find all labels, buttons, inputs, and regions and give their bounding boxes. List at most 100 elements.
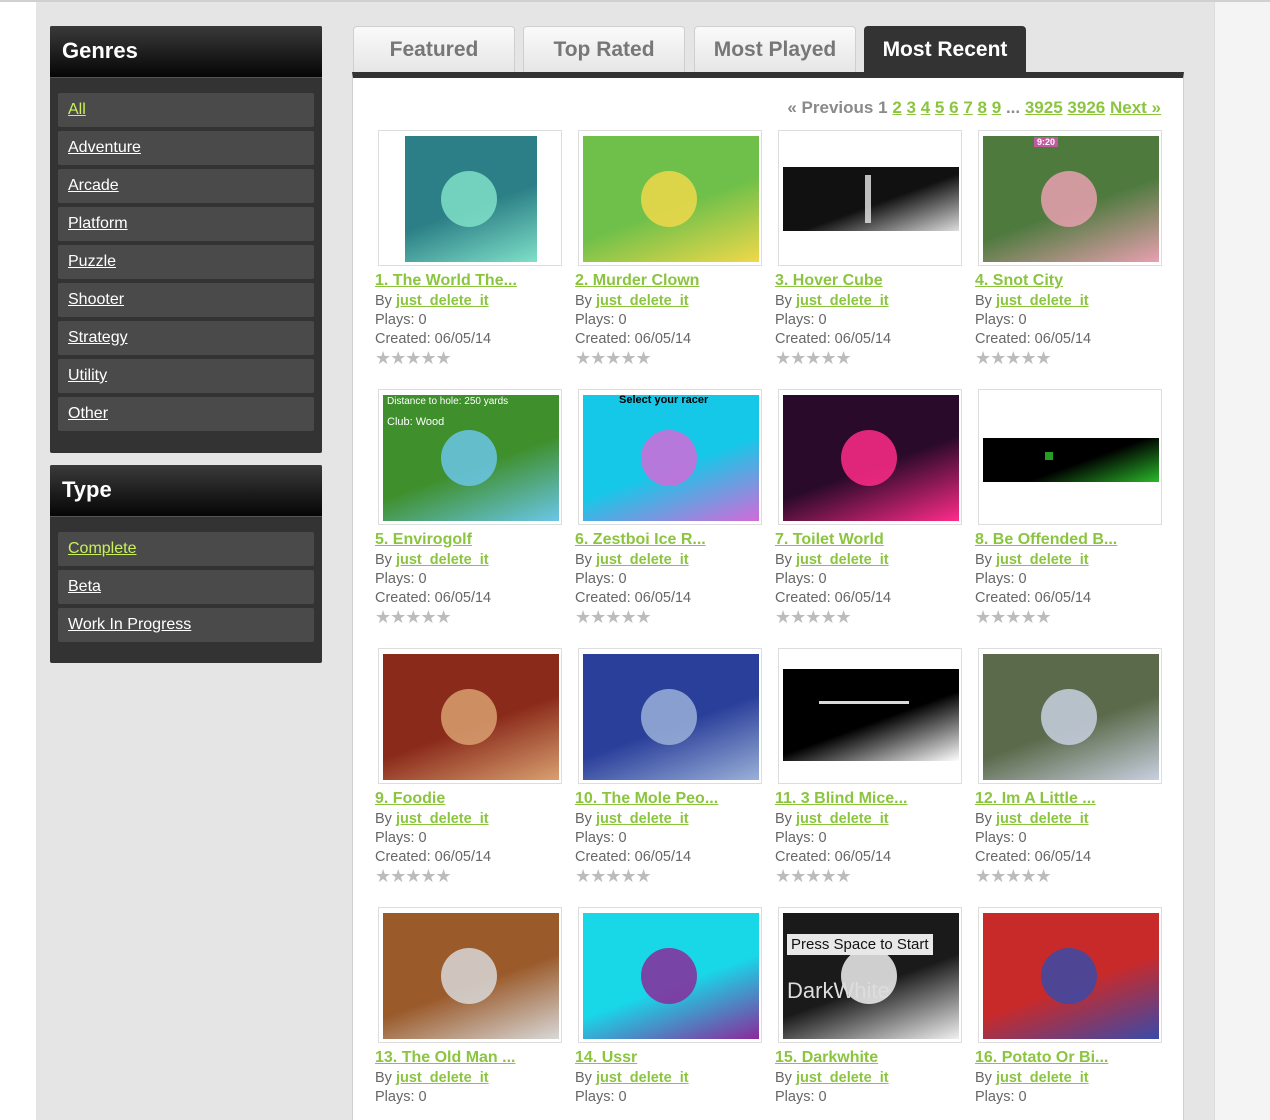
rating-stars[interactable]: ★★★★★	[775, 348, 965, 369]
author-link[interactable]: just_delete_it	[596, 293, 689, 309]
author-link[interactable]: just_delete_it	[996, 1070, 1089, 1086]
author-link[interactable]: just_delete_it	[396, 1070, 489, 1086]
game-thumbnail[interactable]	[778, 648, 962, 784]
next-page-link[interactable]: Next »	[1110, 98, 1161, 117]
author-link[interactable]: just_delete_it	[796, 811, 889, 827]
page-link[interactable]: 6	[949, 98, 958, 117]
game-title-link[interactable]: 12. Im A Little ...	[975, 790, 1165, 808]
genre-link[interactable]: All	[68, 101, 86, 118]
rating-stars[interactable]: ★★★★★	[575, 348, 765, 369]
rating-stars[interactable]: ★★★★★	[575, 607, 765, 628]
game-title-link[interactable]: 10. The Mole Peo...	[575, 790, 765, 808]
game-thumbnail[interactable]: Press Space to Start DarkWhite	[778, 907, 962, 1043]
game-thumbnail[interactable]	[378, 907, 562, 1043]
game-thumbnail[interactable]	[378, 130, 562, 266]
type-link[interactable]: Complete	[68, 540, 136, 557]
page-link[interactable]: 3	[907, 98, 916, 117]
game-thumbnail[interactable]	[378, 648, 562, 784]
rating-stars[interactable]: ★★★★★	[375, 607, 565, 628]
genre-item[interactable]: Puzzle	[58, 245, 314, 279]
game-thumbnail[interactable]	[778, 389, 962, 525]
author-link[interactable]: just_delete_it	[396, 293, 489, 309]
tab-most-recent[interactable]: Most Recent	[864, 26, 1026, 72]
author-link[interactable]: just_delete_it	[596, 1070, 689, 1086]
tab-top-rated[interactable]: Top Rated	[523, 26, 685, 72]
rating-stars[interactable]: ★★★★★	[575, 866, 765, 887]
rating-stars[interactable]: ★★★★★	[775, 866, 965, 887]
game-thumbnail[interactable]	[578, 648, 762, 784]
page-link[interactable]: 7	[963, 98, 972, 117]
genre-link[interactable]: Arcade	[68, 177, 119, 194]
game-title-link[interactable]: 13. The Old Man ...	[375, 1049, 565, 1067]
author-link[interactable]: just_delete_it	[796, 293, 889, 309]
genre-link[interactable]: Shooter	[68, 291, 124, 308]
author-link[interactable]: just_delete_it	[996, 811, 1089, 827]
genre-item[interactable]: Utility	[58, 359, 314, 393]
page-link[interactable]: 3926	[1067, 98, 1105, 117]
genre-link[interactable]: Utility	[68, 367, 107, 384]
genre-item[interactable]: Other	[58, 397, 314, 431]
tab-most-played[interactable]: Most Played	[694, 26, 856, 72]
game-title-link[interactable]: 16. Potato Or Bi...	[975, 1049, 1165, 1067]
rating-stars[interactable]: ★★★★★	[975, 866, 1165, 887]
game-thumbnail[interactable]: 9:20	[978, 130, 1162, 266]
tab-featured[interactable]: Featured	[353, 26, 515, 72]
rating-stars[interactable]: ★★★★★	[775, 607, 965, 628]
genre-item[interactable]: Shooter	[58, 283, 314, 317]
game-thumbnail[interactable]	[778, 130, 962, 266]
game-title-link[interactable]: 2. Murder Clown	[575, 272, 765, 290]
page-link[interactable]: 3925	[1025, 98, 1063, 117]
author-link[interactable]: just_delete_it	[796, 552, 889, 568]
game-thumbnail[interactable]	[578, 907, 762, 1043]
game-title-link[interactable]: 4. Snot City	[975, 272, 1165, 290]
game-title-link[interactable]: 5. Envirogolf	[375, 531, 565, 549]
genre-link[interactable]: Strategy	[68, 329, 128, 346]
game-title-link[interactable]: 15. Darkwhite	[775, 1049, 965, 1067]
genre-item[interactable]: Strategy	[58, 321, 314, 355]
rating-stars[interactable]: ★★★★★	[975, 348, 1165, 369]
game-title-link[interactable]: 7. Toilet World	[775, 531, 965, 549]
page-link[interactable]: 8	[978, 98, 987, 117]
game-thumbnail[interactable]	[978, 648, 1162, 784]
game-title-link[interactable]: 1. The World The...	[375, 272, 565, 290]
page-link[interactable]: 9	[992, 98, 1001, 117]
game-thumbnail[interactable]	[978, 389, 1162, 525]
author-link[interactable]: just_delete_it	[996, 293, 1089, 309]
author-link[interactable]: just_delete_it	[996, 552, 1089, 568]
author-link[interactable]: just_delete_it	[796, 1070, 889, 1086]
page-link[interactable]: 2	[892, 98, 901, 117]
game-title-link[interactable]: 6. Zestboi Ice R...	[575, 531, 765, 549]
game-title-link[interactable]: 3. Hover Cube	[775, 272, 965, 290]
game-title-link[interactable]: 9. Foodie	[375, 790, 565, 808]
game-title-link[interactable]: 8. Be Offended B...	[975, 531, 1165, 549]
genre-link[interactable]: Adventure	[68, 139, 141, 156]
genre-item[interactable]: All	[58, 93, 314, 127]
rating-stars[interactable]: ★★★★★	[375, 866, 565, 887]
page-link[interactable]: 4	[921, 98, 930, 117]
rating-stars[interactable]: ★★★★★	[375, 348, 565, 369]
type-item[interactable]: Beta	[58, 570, 314, 604]
game-thumbnail[interactable]	[578, 130, 762, 266]
author-link[interactable]: just_delete_it	[596, 811, 689, 827]
game-title-link[interactable]: 11. 3 Blind Mice...	[775, 790, 965, 808]
previous-page-link[interactable]: « Previous	[787, 98, 873, 117]
type-item[interactable]: Complete	[58, 532, 314, 566]
type-link[interactable]: Beta	[68, 578, 101, 595]
genre-item[interactable]: Adventure	[58, 131, 314, 165]
game-thumbnail[interactable]: Distance to hole: 250 yards Club: Wood	[378, 389, 562, 525]
game-thumbnail[interactable]: Select your racer	[578, 389, 762, 525]
genre-link[interactable]: Platform	[68, 215, 128, 232]
game-title-link[interactable]: 14. Ussr	[575, 1049, 765, 1067]
type-link[interactable]: Work In Progress	[68, 616, 191, 633]
rating-stars[interactable]: ★★★★★	[975, 607, 1165, 628]
type-item[interactable]: Work In Progress	[58, 608, 314, 642]
genre-link[interactable]: Puzzle	[68, 253, 116, 270]
game-thumbnail[interactable]	[978, 907, 1162, 1043]
genre-item[interactable]: Arcade	[58, 169, 314, 203]
author-link[interactable]: just_delete_it	[396, 552, 489, 568]
genre-item[interactable]: Platform	[58, 207, 314, 241]
genre-link[interactable]: Other	[68, 405, 108, 422]
page-link[interactable]: 5	[935, 98, 944, 117]
author-link[interactable]: just_delete_it	[596, 552, 689, 568]
author-link[interactable]: just_delete_it	[396, 811, 489, 827]
